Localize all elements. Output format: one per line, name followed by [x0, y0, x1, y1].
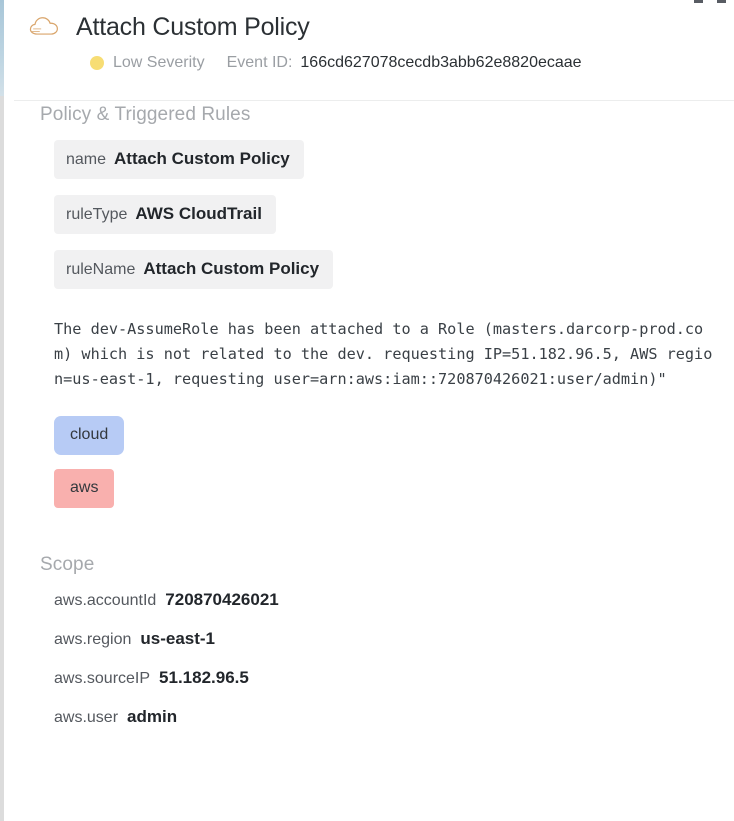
severity-dot-icon [90, 56, 104, 70]
scope-row-user: aws.user admin [54, 707, 720, 727]
scope-section: Scope aws.accountId 720870426021 aws.reg… [40, 554, 720, 727]
rules-list: name Attach Custom Policy ruleType AWS C… [54, 140, 720, 305]
scope-value[interactable]: us-east-1 [140, 629, 215, 649]
policy-section-heading: Policy & Triggered Rules [40, 104, 251, 125]
rule-row: name Attach Custom Policy [54, 140, 720, 195]
scope-row-region: aws.region us-east-1 [54, 629, 720, 649]
page-title: Attach Custom Policy [76, 12, 310, 41]
scope-key: aws.region [54, 631, 132, 648]
title-row: Attach Custom Policy [14, 6, 716, 48]
header-divider [14, 100, 734, 101]
scope-key: aws.user [54, 709, 119, 726]
tag-aws[interactable]: aws [54, 469, 115, 508]
rule-key: ruleName [66, 261, 136, 278]
tag-row: cloud [54, 416, 720, 469]
scope-section-heading: Scope [40, 554, 95, 575]
policy-and-rules-section: Policy & Triggered Rules name Attach Cus… [40, 104, 720, 522]
tag-list: cloud aws [54, 416, 720, 522]
rule-row: ruleName Attach Custom Policy [54, 250, 720, 305]
rule-description-text: The dev-AssumeRole has been attached to … [54, 320, 713, 388]
event-header: Attach Custom Policy Low Severity Event … [4, 0, 734, 101]
event-meta-row: Low Severity Event ID: 166cd627078cecdb3… [14, 48, 716, 78]
rule-value: Attach Custom Policy [114, 149, 290, 168]
scope-key: aws.accountId [54, 592, 157, 609]
rule-value: Attach Custom Policy [143, 259, 320, 278]
scope-row-account-id: aws.accountId 720870426021 [54, 590, 720, 610]
event-id-label: Event ID: [226, 54, 293, 71]
rule-key: name [66, 151, 107, 168]
scope-value[interactable]: admin [127, 707, 177, 727]
event-detail-panel: Attach Custom Policy Low Severity Event … [4, 0, 734, 821]
severity-label: Low Severity [113, 54, 205, 71]
rule-chip-ruletype[interactable]: ruleType AWS CloudTrail [54, 195, 276, 234]
scope-key: aws.sourceIP [54, 670, 151, 687]
scope-value[interactable]: 720870426021 [165, 590, 278, 610]
rule-chip-name[interactable]: name Attach Custom Policy [54, 140, 304, 179]
event-body: Policy & Triggered Rules name Attach Cus… [4, 78, 734, 727]
scope-row-source-ip: aws.sourceIP 51.182.96.5 [54, 668, 720, 688]
scope-list: aws.accountId 720870426021 aws.region us… [54, 590, 720, 727]
tag-cloud[interactable]: cloud [54, 416, 125, 455]
rule-chip-rulename[interactable]: ruleName Attach Custom Policy [54, 250, 334, 289]
tag-row: aws [54, 469, 720, 522]
minimize-icon[interactable] [694, 0, 703, 3]
rule-value: AWS CloudTrail [135, 204, 262, 223]
close-icon[interactable] [717, 0, 726, 3]
rule-key: ruleType [66, 206, 128, 223]
cloud-icon [29, 17, 58, 35]
event-id-value[interactable]: 166cd627078cecdb3abb62e8820ecaae [300, 54, 581, 72]
rule-row: ruleType AWS CloudTrail [54, 195, 720, 250]
scope-value[interactable]: 51.182.96.5 [159, 668, 249, 688]
window-controls[interactable] [694, 0, 726, 3]
